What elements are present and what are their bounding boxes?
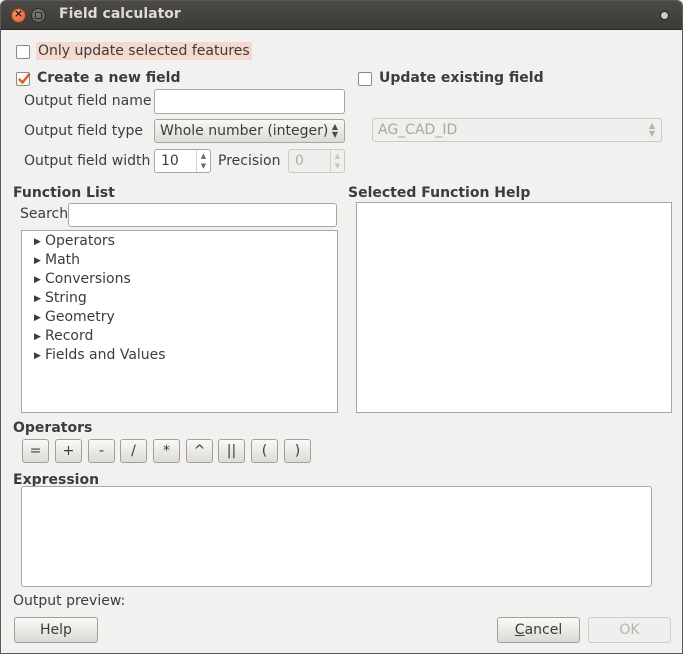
output-field-width-label: Output field width	[24, 153, 151, 169]
expand-arrow-icon[interactable]: ▶	[34, 294, 45, 304]
operator-concat-button[interactable]: ||	[218, 439, 245, 463]
precision-value: 0	[295, 153, 304, 169]
ok-button[interactable]: OK	[588, 617, 671, 643]
operator-open-paren-button[interactable]: (	[251, 439, 278, 463]
window-title: Field calculator	[59, 6, 181, 22]
spin-arrows-icon[interactable]: ▲ ▼	[196, 150, 210, 172]
operator-plus-button[interactable]: +	[55, 439, 82, 463]
tree-item-record[interactable]: ▶ Record	[34, 328, 93, 344]
function-help-panel	[356, 202, 672, 413]
search-label: Search	[20, 206, 69, 222]
close-icon[interactable]: ×	[11, 7, 26, 23]
output-field-width-value: 10	[161, 153, 179, 169]
operator-minus-button[interactable]: -	[88, 439, 115, 463]
expand-arrow-icon[interactable]: ▶	[34, 313, 45, 323]
field-calculator-dialog: × Field calculator Only update selected …	[0, 0, 683, 654]
update-existing-field-label: Update existing field	[379, 70, 544, 86]
expand-arrow-icon[interactable]: ▶	[34, 275, 45, 285]
create-new-field-label: Create a new field	[37, 70, 181, 86]
output-field-type-value: Whole number (integer)	[160, 123, 329, 139]
operator-divide-button[interactable]: /	[120, 439, 147, 463]
expression-editor[interactable]	[21, 486, 652, 587]
updown-arrows-icon: ▲ ▼	[331, 122, 338, 139]
operators-heading: Operators	[13, 420, 93, 436]
checkmark-icon	[18, 73, 31, 84]
function-list-heading: Function List	[13, 185, 115, 201]
updown-arrows-icon: ▲ ▼	[648, 121, 655, 138]
expand-arrow-icon[interactable]: ▶	[34, 351, 45, 361]
function-tree[interactable]: ▶ Operators ▶ Math ▶ Conversions ▶ String ▶ G…	[21, 230, 338, 413]
update-existing-field-checkbox[interactable]	[358, 72, 372, 86]
function-search-input[interactable]	[68, 203, 337, 227]
output-preview-label: Output preview:	[13, 593, 126, 609]
output-field-type-select[interactable]: Whole number (integer) ▲ ▼	[154, 119, 345, 143]
output-field-name-label: Output field name	[24, 93, 152, 109]
only-update-selected-label: Only update selected features	[36, 42, 252, 60]
output-field-width-spinbox[interactable]: 10 ▲ ▼	[154, 149, 211, 173]
tree-item-fields-and-values[interactable]: ▶ Fields and Values	[34, 347, 166, 363]
window-menu-icon[interactable]	[660, 11, 669, 20]
precision-label: Precision	[218, 153, 281, 169]
precision-spinbox[interactable]: 0 ▲ ▼	[288, 149, 345, 173]
only-update-selected-checkbox[interactable]	[16, 45, 30, 59]
existing-field-select[interactable]: AG_CAD_ID ▲ ▼	[372, 118, 662, 142]
tree-item-math[interactable]: ▶ Math	[34, 252, 80, 268]
operator-power-button[interactable]: ^	[186, 439, 213, 463]
expand-arrow-icon[interactable]: ▶	[34, 256, 45, 266]
cancel-button[interactable]: Cancel	[497, 617, 580, 643]
expand-arrow-icon[interactable]: ▶	[34, 332, 45, 342]
tree-item-geometry[interactable]: ▶ Geometry	[34, 309, 115, 325]
create-new-field-checkbox[interactable]	[16, 72, 31, 86]
tree-item-conversions[interactable]: ▶ Conversions	[34, 271, 131, 287]
operator-multiply-button[interactable]: *	[153, 439, 180, 463]
tree-item-operators[interactable]: ▶ Operators	[34, 233, 115, 249]
output-field-name-input[interactable]	[154, 89, 345, 114]
expand-arrow-icon[interactable]: ▶	[34, 237, 45, 247]
help-button[interactable]: Help	[14, 617, 98, 643]
function-help-heading: Selected Function Help	[348, 185, 531, 201]
existing-field-value: AG_CAD_ID	[378, 122, 458, 138]
operator-equals-button[interactable]: =	[22, 439, 49, 463]
operator-close-paren-button[interactable]: )	[284, 439, 311, 463]
minimize-icon[interactable]	[31, 8, 46, 23]
output-field-type-label: Output field type	[24, 123, 144, 139]
title-bar: × Field calculator	[1, 1, 682, 30]
spin-arrows-icon[interactable]: ▲ ▼	[330, 150, 344, 172]
tree-item-string[interactable]: ▶ String	[34, 290, 87, 306]
